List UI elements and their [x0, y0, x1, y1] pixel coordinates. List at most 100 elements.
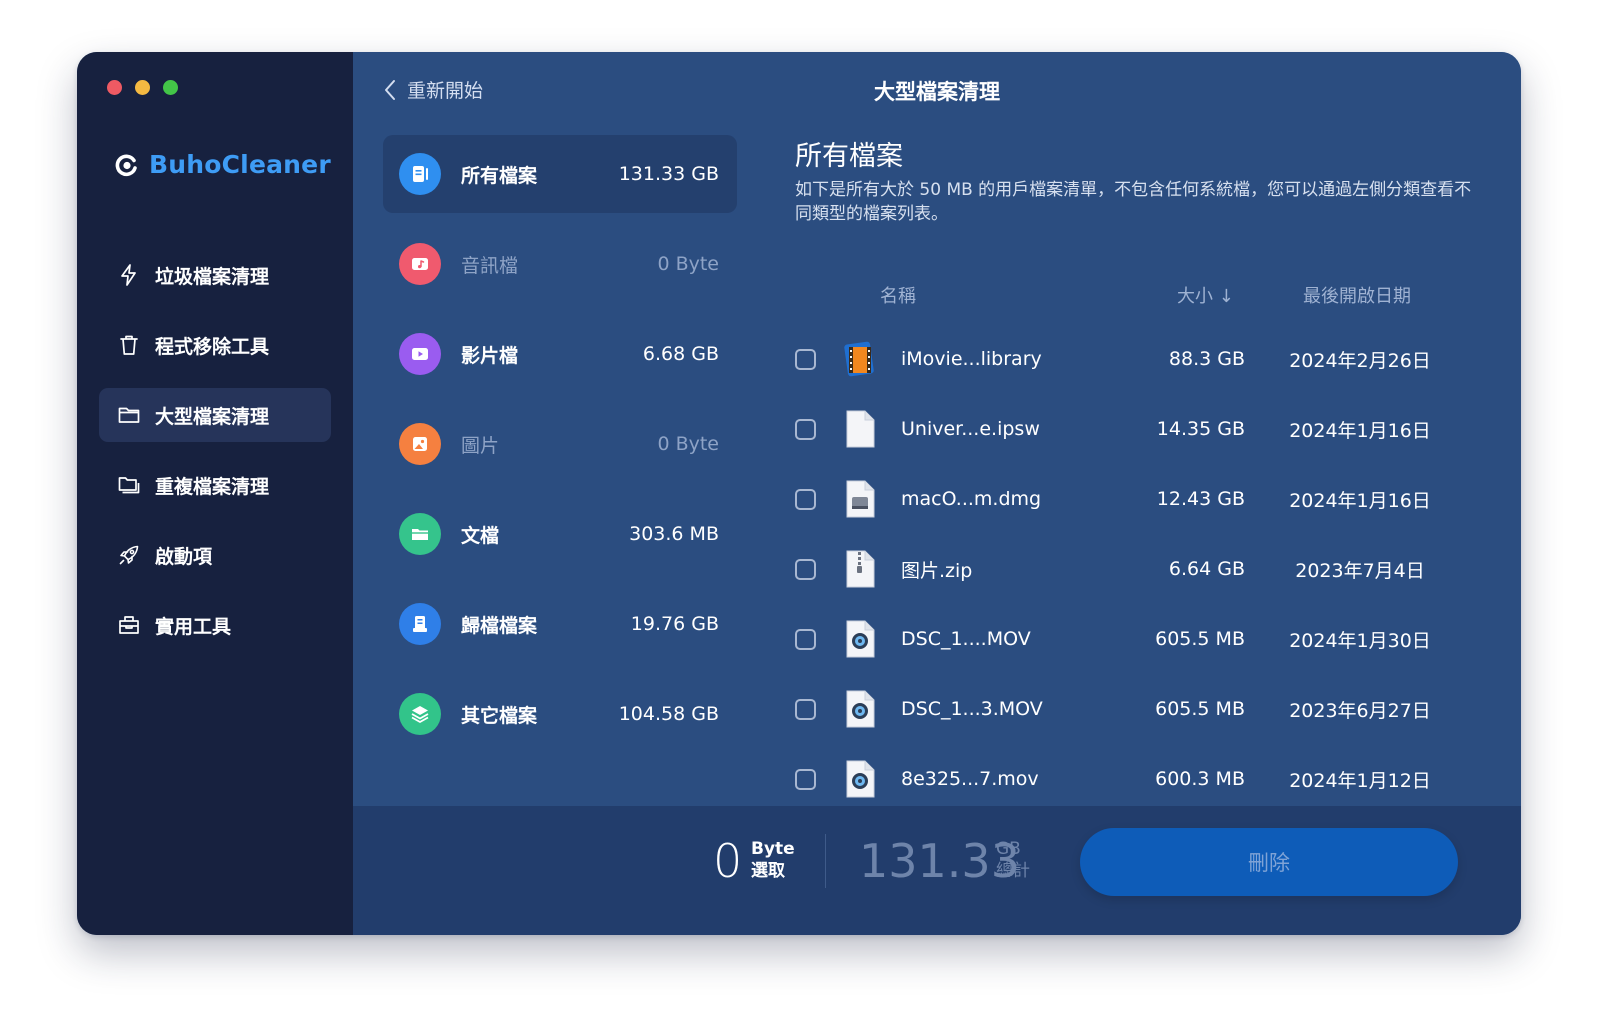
table-row[interactable]: DSC_1...3.MOV 605.5 MB 2023年6月27日 — [795, 674, 1475, 744]
row-checkbox[interactable] — [795, 768, 816, 790]
row-checkbox[interactable] — [795, 348, 816, 370]
imovie-library-icon — [844, 341, 874, 377]
category-archives[interactable]: 歸檔檔案 19.76 GB — [383, 585, 737, 663]
image-icon — [399, 423, 441, 465]
sidebar-item-label: 垃圾檔案清理 — [155, 265, 270, 288]
row-checkbox[interactable] — [795, 418, 816, 440]
row-checkbox[interactable] — [795, 558, 816, 580]
restart-button[interactable]: 重新開始 — [383, 76, 483, 103]
bolt-icon — [121, 264, 136, 286]
trash-icon — [120, 335, 138, 355]
category-size: 0 Byte — [657, 253, 719, 275]
sidebar-item-label: 重複檔案清理 — [155, 475, 270, 498]
selected-size-label: Byte 選取 — [751, 838, 795, 882]
table-row[interactable]: iMovie...library 88.3 GB 2024年2月26日 — [795, 324, 1475, 394]
sidebar-item-label: 大型檔案清理 — [155, 405, 270, 428]
file-date: 2024年1月12日 — [1289, 769, 1431, 792]
table-row[interactable]: 图片.zip 6.64 GB 2023年7月4日 — [795, 534, 1475, 604]
selected-size-unit: Byte — [751, 839, 795, 859]
file-date: 2023年7月4日 — [1295, 559, 1425, 582]
mov-file-icon — [846, 620, 875, 658]
archive-icon — [399, 603, 441, 645]
file-date: 2023年6月27日 — [1289, 699, 1431, 722]
delete-button[interactable]: 刪除 — [1080, 828, 1458, 896]
file-date: 2024年1月16日 — [1289, 489, 1431, 512]
category-size: 104.58 GB — [618, 703, 719, 725]
footer-bar: 0 Byte 選取 131.33 GB 總計 刪除 — [353, 806, 1521, 935]
category-label: 歸檔檔案 — [461, 614, 538, 637]
restart-label: 重新開始 — [407, 80, 484, 102]
file-name: iMovie...library — [901, 348, 1042, 370]
toolbox-icon — [119, 616, 139, 634]
file-size: 14.35 GB — [1156, 418, 1245, 440]
document-folder-icon — [399, 513, 441, 555]
sidebar-item-label: 啟動項 — [155, 545, 213, 568]
column-date-header[interactable]: 最後開啟日期 — [1303, 282, 1411, 308]
category-size: 0 Byte — [657, 433, 719, 455]
sidebar-item-large-files[interactable]: 大型檔案清理 — [99, 388, 331, 442]
layers-icon — [399, 693, 441, 735]
file-size: 88.3 GB — [1168, 348, 1245, 370]
sidebar-item-startup-items[interactable]: 啟動項 — [99, 528, 331, 582]
mov-file-icon — [846, 760, 875, 798]
music-icon — [399, 243, 441, 285]
brand-name: BuhoCleaner — [149, 150, 331, 179]
file-name: DSC_1...3.MOV — [901, 698, 1043, 720]
sidebar-item-label: 程式移除工具 — [155, 335, 270, 358]
zoom-window-button[interactable] — [163, 80, 178, 95]
category-size: 131.33 GB — [618, 163, 719, 185]
file-name: DSC_1....MOV — [901, 628, 1031, 650]
file-name: Univer...e.ipsw — [901, 418, 1040, 440]
window-controls — [107, 80, 178, 95]
category-label: 所有檔案 — [461, 164, 538, 187]
file-size: 12.43 GB — [1156, 488, 1245, 510]
category-video[interactable]: 影片檔 6.68 GB — [383, 315, 737, 393]
category-documents[interactable]: 文檔 303.6 MB — [383, 495, 737, 573]
category-label: 音訊檔 — [461, 254, 519, 277]
category-label: 文檔 — [461, 524, 500, 547]
blank-file-icon — [846, 410, 875, 448]
app-window: BuhoCleaner 垃圾檔案清理 程式移除工具 大型檔案清理 重複檔案清理 … — [77, 52, 1521, 935]
sidebar-item-label: 實用工具 — [155, 615, 232, 638]
table-row[interactable]: 8e325...7.mov 600.3 MB 2024年1月12日 — [795, 744, 1475, 806]
footer-divider — [825, 834, 826, 888]
all-files-icon — [399, 153, 441, 195]
rocket-icon — [119, 545, 139, 565]
row-checkbox[interactable] — [795, 698, 816, 720]
folder-icon — [118, 407, 140, 423]
duplicate-folder-icon — [118, 477, 140, 494]
sidebar-item-app-uninstaller[interactable]: 程式移除工具 — [99, 318, 331, 372]
page-title: 大型檔案清理 — [874, 80, 1000, 104]
category-label: 影片檔 — [461, 344, 519, 367]
sidebar-item-toolkit[interactable]: 實用工具 — [99, 598, 331, 652]
table-row[interactable]: DSC_1....MOV 605.5 MB 2024年1月30日 — [795, 604, 1475, 674]
sidebar: BuhoCleaner 垃圾檔案清理 程式移除工具 大型檔案清理 重複檔案清理 … — [77, 52, 353, 935]
table-header: 名稱 大小 ↓ 最後開啟日期 — [795, 282, 1475, 310]
file-name: macO...m.dmg — [901, 488, 1042, 510]
category-label: 圖片 — [461, 434, 500, 457]
category-images[interactable]: 圖片 0 Byte — [383, 405, 737, 483]
buhocleaner-logo-icon — [115, 154, 137, 176]
file-name: 8e325...7.mov — [901, 768, 1039, 790]
column-name-header[interactable]: 名稱 — [880, 282, 916, 308]
row-checkbox[interactable] — [795, 628, 816, 650]
category-other-files[interactable]: 其它檔案 104.58 GB — [383, 675, 737, 753]
row-checkbox[interactable] — [795, 488, 816, 510]
table-row[interactable]: macO...m.dmg 12.43 GB 2024年1月16日 — [795, 464, 1475, 534]
close-window-button[interactable] — [107, 80, 122, 95]
column-size-header[interactable]: 大小 ↓ — [1177, 282, 1234, 308]
total-size-label: GB 總計 — [996, 838, 1030, 882]
main-panel: 大型檔案清理 重新開始 所有檔案 131.33 GB 音訊檔 0 Byte 影片… — [353, 52, 1521, 935]
sidebar-item-duplicate-files[interactable]: 重複檔案清理 — [99, 458, 331, 512]
minimize-window-button[interactable] — [135, 80, 150, 95]
total-caption: 總計 — [996, 861, 1030, 881]
category-all-files[interactable]: 所有檔案 131.33 GB — [383, 135, 737, 213]
disk-image-icon — [846, 480, 875, 518]
table-row[interactable]: Univer...e.ipsw 14.35 GB 2024年1月16日 — [795, 394, 1475, 464]
sidebar-item-junk-cleaner[interactable]: 垃圾檔案清理 — [99, 248, 331, 302]
brand-logo: BuhoCleaner — [115, 150, 331, 179]
file-size: 600.3 MB — [1155, 768, 1245, 790]
file-size: 6.64 GB — [1168, 558, 1245, 580]
category-audio[interactable]: 音訊檔 0 Byte — [383, 225, 737, 303]
chevron-left-icon — [385, 79, 395, 100]
